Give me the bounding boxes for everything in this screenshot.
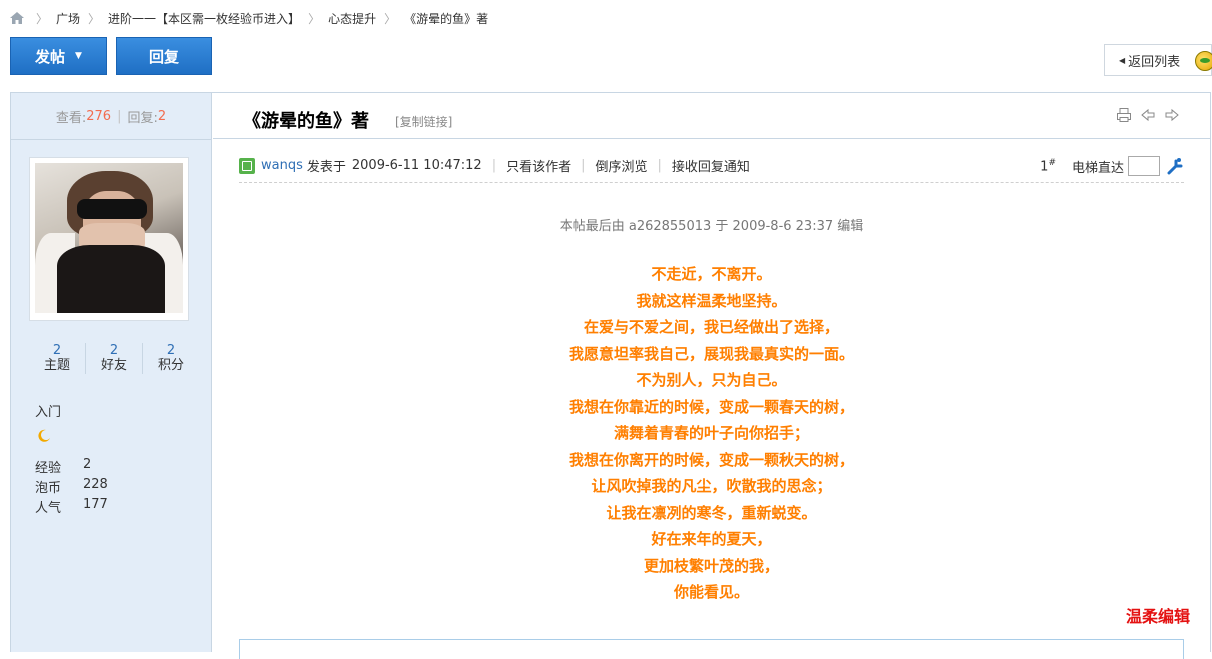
info-row-coins: 泡币 228 xyxy=(35,477,108,497)
new-post-button[interactable]: 发帖 ▼ xyxy=(10,37,107,75)
poem-line: 让风吹掉我的凡尘，吹散我的思念； xyxy=(591,477,832,495)
moon-icon xyxy=(37,429,51,443)
replies-count: 2 xyxy=(157,108,167,124)
breadcrumb-item-thread[interactable]: 《游晕的鱼》著 xyxy=(404,10,488,27)
signature: 温柔编辑 xyxy=(1125,607,1190,626)
reply-notify-link[interactable]: 接收回复通知 xyxy=(672,156,750,175)
user-rank: 入门 xyxy=(35,405,62,420)
back-to-list-label: 返回列表 xyxy=(1128,54,1181,70)
info-row-exp: 经验 2 xyxy=(35,457,108,477)
breadcrumb-separator: 〉 xyxy=(308,11,321,26)
breadcrumb-separator: 〉 xyxy=(88,11,101,26)
info-value: 2 xyxy=(83,457,92,472)
post-body: 不走近，不离开。 我就这样温柔地坚持。 在爱与不爱之间，我已经做出了选择， 我愿… xyxy=(213,261,1210,606)
home-icon[interactable] xyxy=(10,12,24,24)
next-thread-icon[interactable] xyxy=(1164,107,1180,123)
divider: | xyxy=(657,158,662,173)
points-label: 积分 xyxy=(157,358,184,373)
poem-line: 我想在你离开的时候，变成一颗秋天的树， xyxy=(568,450,854,469)
info-key: 人气 xyxy=(35,501,62,516)
chevron-down-icon: ▼ xyxy=(75,51,82,61)
points-count[interactable]: 2 积分 xyxy=(142,343,199,374)
posted-at-label: 发表于 xyxy=(306,160,346,175)
breadcrumb-separator: 〉 xyxy=(36,11,49,26)
poem-line: 好在来年的夏天， xyxy=(651,530,772,548)
elevator-label: 电梯直达 xyxy=(1071,160,1124,176)
floor-area: 1# 电梯直达 xyxy=(1040,149,1184,183)
user-counts: 2 主题 2 好友 2 积分 xyxy=(29,343,199,374)
poem-line: 让我在凛冽的寒冬，重新蜕变。 xyxy=(606,503,817,522)
friends-label: 好友 xyxy=(100,358,127,373)
replies-label: 回复: xyxy=(127,110,158,126)
divider: | xyxy=(117,108,122,124)
title-row: 《游晕的鱼》著 [复制链接] xyxy=(213,93,1210,139)
poem-line: 不为别人，只为自己。 xyxy=(636,371,787,389)
posted-at: 2009-6-11 10:47:12 xyxy=(351,158,482,173)
thread-stats: 查看: 276 | 回复: 2 xyxy=(11,93,211,140)
post-frame: 查看: 276 | 回复: 2 2 主题 2 好友 2 积分 入门 经验 2 泡… xyxy=(10,92,1211,659)
elevator-input[interactable] xyxy=(1128,156,1160,176)
views-label: 查看: xyxy=(55,110,87,126)
avatar-photo xyxy=(35,163,183,313)
author-sidebar: 查看: 276 | 回复: 2 2 主题 2 好友 2 积分 入门 经验 2 泡… xyxy=(11,93,212,652)
divider: | xyxy=(581,158,586,173)
copy-link-button[interactable]: [复制链接] xyxy=(395,113,452,130)
post-content: 《游晕的鱼》著 [复制链接] wanqs 发表于 2009-6-11 10:47… xyxy=(213,93,1210,659)
info-value: 228 xyxy=(83,477,108,492)
poem-line: 在爱与不爱之间，我已经做出了选择， xyxy=(583,318,839,336)
only-author-link[interactable]: 只看该作者 xyxy=(506,156,571,175)
quote-box xyxy=(239,639,1184,659)
info-value: 177 xyxy=(83,497,108,512)
topics-label: 主题 xyxy=(43,358,70,373)
views-count: 276 xyxy=(86,108,112,124)
go-icon[interactable] xyxy=(1166,157,1184,175)
reply-label: 回复 xyxy=(148,47,179,66)
emoticon-icon[interactable] xyxy=(1195,51,1212,71)
breadcrumb-item-plaza[interactable]: 广场 xyxy=(56,10,80,27)
edit-note: 本帖最后由 a262855013 于 2009-8-6 23:37 编辑 xyxy=(559,219,864,234)
author-link[interactable]: wanqs xyxy=(261,158,303,173)
divider: | xyxy=(491,158,497,173)
poem-line: 我想在你靠近的时候，变成一颗春天的树， xyxy=(568,397,854,416)
poem-line: 更加枝繁叶茂的我， xyxy=(643,556,779,575)
floor-number: 1# xyxy=(1040,158,1056,174)
reverse-order-link[interactable]: 倒序浏览 xyxy=(595,156,647,175)
poem-line: 不走近，不离开。 xyxy=(651,265,772,283)
user-info: 经验 2 泡币 228 人气 177 xyxy=(35,457,108,517)
floor-mark: # xyxy=(1048,157,1056,168)
poem-line: 你能看见。 xyxy=(673,583,749,601)
new-post-label: 发帖 xyxy=(35,47,66,66)
info-key: 经验 xyxy=(35,461,62,476)
online-status-icon xyxy=(239,157,255,174)
post-header: wanqs 发表于 2009-6-11 10:47:12 | 只看该作者 | 倒… xyxy=(239,149,1184,183)
print-icon[interactable] xyxy=(1116,107,1132,123)
info-row-popularity: 人气 177 xyxy=(35,497,108,517)
thread-title: 《游晕的鱼》著 xyxy=(243,111,369,132)
poem-line: 我就这样温柔地坚持。 xyxy=(636,291,787,310)
info-key: 泡币 xyxy=(35,481,62,496)
topics-value: 2 xyxy=(52,343,62,358)
back-to-list-button[interactable]: ◀ 返回列表 xyxy=(1104,44,1212,76)
previous-thread-icon[interactable] xyxy=(1140,107,1156,123)
breadcrumb-separator: 〉 xyxy=(384,11,397,26)
breadcrumb-item-mindset[interactable]: 心态提升 xyxy=(328,10,376,27)
caret-left-icon: ◀ xyxy=(1119,55,1126,65)
avatar[interactable] xyxy=(29,157,189,321)
poem-line: 我愿意坦率我自己，展现我最真实的一面。 xyxy=(568,344,854,363)
topics-count[interactable]: 2 主题 xyxy=(29,343,85,374)
reply-button[interactable]: 回复 xyxy=(116,37,212,75)
points-value: 2 xyxy=(166,343,176,358)
friends-count[interactable]: 2 好友 xyxy=(85,343,142,374)
poem-line: 满舞着青春的叶子向你招手； xyxy=(613,424,809,442)
title-icons xyxy=(1116,107,1180,123)
friends-value: 2 xyxy=(109,343,119,358)
breadcrumb-item-advanced[interactable]: 进阶一一【本区需一枚经验币进入】 xyxy=(108,10,300,27)
breadcrumb: 〉 广场 〉 进阶一一【本区需一枚经验币进入】 〉 心态提升 〉 《游晕的鱼》著 xyxy=(10,8,488,28)
